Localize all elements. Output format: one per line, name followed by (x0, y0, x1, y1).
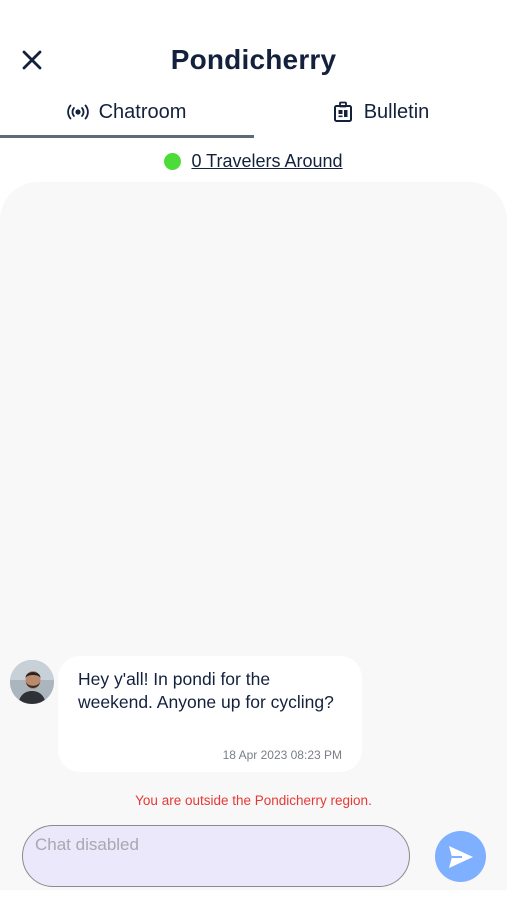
chat-messages-area[interactable] (0, 182, 507, 890)
tab-bar: Chatroom Bulletin (0, 88, 507, 138)
bulletin-board-icon (333, 101, 352, 122)
chatroom-screen: Pondicherry Chatroom Bulletin 0 Traveler… (0, 0, 507, 900)
travelers-around-link[interactable]: 0 Travelers Around (191, 151, 342, 172)
message-bubble[interactable]: Hey y'all! In pondi for the weekend. Any… (58, 656, 362, 772)
message-timestamp: 18 Apr 2023 08:23 PM (222, 748, 342, 762)
tab-chatroom[interactable]: Chatroom (0, 88, 253, 136)
chat-input[interactable] (23, 826, 409, 886)
message-text: Hey y'all! In pondi for the weekend. Any… (78, 669, 334, 712)
send-button[interactable] (435, 831, 486, 882)
send-icon (448, 845, 473, 868)
tab-chatroom-label: Chatroom (98, 100, 187, 123)
tab-bulletin[interactable]: Bulletin (254, 88, 507, 136)
active-tab-indicator (0, 135, 254, 138)
online-status-dot (164, 152, 182, 170)
broadcast-icon (66, 104, 89, 120)
page-title: Pondicherry (170, 44, 337, 75)
avatar[interactable] (10, 660, 54, 704)
chat-input-container (22, 825, 410, 887)
outside-region-notice: You are outside the Pondicherry region. (135, 793, 372, 808)
message-item: Hey y'all! In pondi for the weekend. Any… (10, 656, 370, 774)
travelers-status: 0 Travelers Around (0, 148, 507, 174)
tab-bulletin-label: Bulletin (363, 100, 430, 123)
header: Pondicherry (0, 0, 507, 90)
